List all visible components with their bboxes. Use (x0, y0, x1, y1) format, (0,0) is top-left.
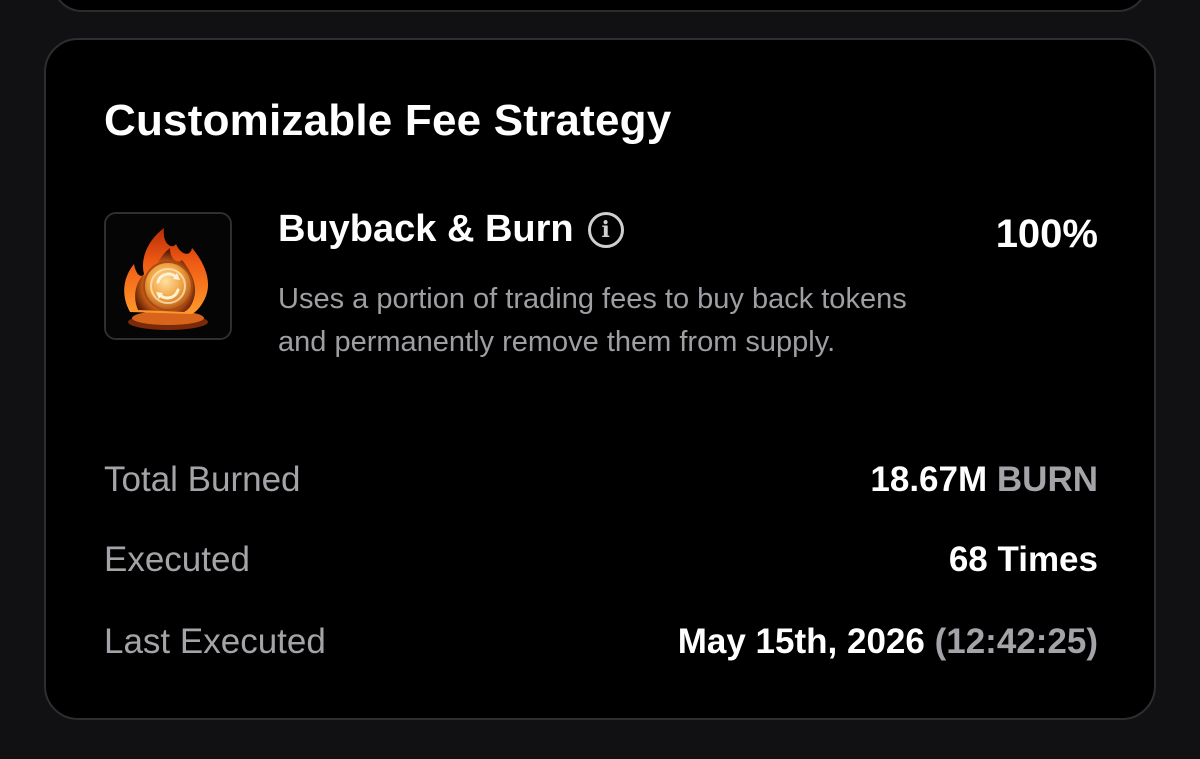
info-icon-glyph: i (601, 216, 610, 243)
last-executed-label: Last Executed (104, 622, 326, 661)
last-executed-date: May 15th, 2026 (677, 622, 925, 661)
flame-coin-icon (104, 212, 232, 340)
stat-row-total-burned: Total Burned 18.67M BURN (104, 458, 1098, 502)
info-icon[interactable]: i (587, 211, 624, 248)
last-executed-time: (12:42:25) (934, 622, 1098, 661)
strategy-header: Buyback & Burn i (278, 208, 624, 251)
total-burned-value: 18.67M BURN (870, 460, 1098, 500)
executed-value: 68 Times (948, 540, 1098, 579)
executed-label: Executed (104, 540, 250, 579)
fee-strategy-card: Customizable Fee Strategy Buyback & Burn… (44, 38, 1156, 720)
stat-row-executed: Executed 68 Times (104, 538, 1098, 582)
card-title: Customizable Fee Strategy (104, 96, 672, 145)
strategy-percent: 100% (995, 212, 1098, 256)
total-burned-amount: 18.67M (870, 460, 988, 499)
previous-card-edge (52, 0, 1148, 12)
last-executed-value: May 15th, 2026 (12:42:25) (678, 622, 1098, 662)
strategy-name: Buyback & Burn (278, 208, 574, 250)
total-burned-label: Total Burned (104, 460, 301, 499)
stat-row-last-executed: Last Executed May 15th, 2026 (12:42:25) (104, 620, 1098, 664)
strategy-description: Uses a portion of trading fees to buy ba… (278, 283, 907, 358)
total-burned-unit: BURN (996, 460, 1098, 499)
